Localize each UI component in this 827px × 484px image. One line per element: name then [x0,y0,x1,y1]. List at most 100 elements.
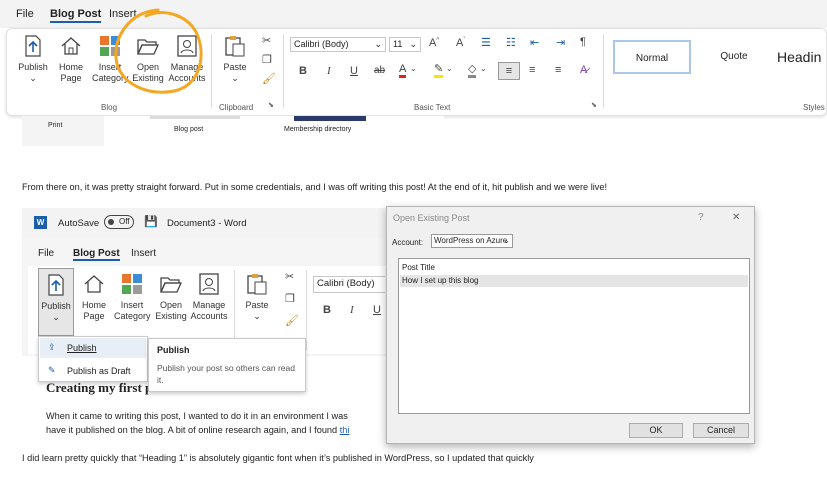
copy-icon[interactable]: ❐ [285,292,295,305]
bullets-icon[interactable]: ☰ [481,36,491,49]
numbering-icon[interactable]: ☷ [506,36,516,49]
insert-category-label-2: Category [114,311,151,321]
toggle-state: Off [119,217,130,226]
embedded-thumb-dark [294,116,366,121]
font-color-icon[interactable]: A [399,64,407,78]
paragraph-2-text: have it published on the blog. A bit of … [46,425,338,435]
account-select[interactable]: WordPress on Azure ⌄ [431,234,513,248]
group-separator [603,34,604,108]
post-list[interactable]: Post Title How I set up this blog [398,258,750,414]
publish-button-pressed[interactable]: Publish ⌄ [38,268,74,336]
style-heading[interactable]: Headin [777,40,827,74]
save-icon[interactable]: 💾 [144,215,158,228]
paste-label: Paste [245,300,269,310]
font-name-select[interactable]: Calibri (Body) [313,276,385,293]
decrease-indent-icon[interactable]: ⇤ [530,36,539,49]
tab-insert[interactable]: Insert [131,248,156,259]
paste-button[interactable]: Paste ⌄ [242,272,272,322]
close-icon[interactable]: ✕ [732,212,740,223]
home-page-button[interactable]: Home Page [80,272,108,322]
chevron-down-icon[interactable]: ⌄ [480,64,487,73]
research-link[interactable]: thi [340,425,350,435]
paragraph-2-line-1: When it came to writing this post, I wan… [46,411,348,421]
format-painter-icon[interactable]: 🖌 [262,72,276,85]
font-name-select[interactable]: Calibri (Body) ⌄ [290,37,386,52]
help-icon[interactable]: ? [698,212,704,223]
font-name-value: Calibri (Body) [317,278,375,289]
tooltip-body: Publish your post so others can read it. [157,363,295,385]
bold-icon[interactable]: B [323,304,331,316]
font-size-select[interactable]: 11 ⌄ [389,37,421,52]
cut-icon[interactable]: ✂ [285,270,294,283]
insert-category-button[interactable]: Insert Category [114,272,151,322]
highlight-icon[interactable]: ✎ [434,64,444,78]
underline-icon[interactable]: U [350,65,358,77]
style-quote[interactable]: Quote [696,40,772,74]
italic-icon[interactable]: I [350,304,354,316]
tab-file[interactable]: File [38,248,54,259]
ok-button[interactable]: OK [629,423,683,438]
account-label: Account: [392,238,424,247]
doc-heading: Creating my first p [46,380,153,395]
strikethrough-icon[interactable]: ab [374,65,385,76]
menu-item-publish-label: Publish [67,343,97,353]
cancel-button[interactable]: Cancel [693,423,749,438]
chevron-down-icon[interactable]: ⌄ [410,64,417,73]
shrink-font-icon[interactable]: Aˇ [456,37,465,49]
embedded-membership-label: Membership directory [284,126,352,133]
home-page-button[interactable]: Home Page [56,34,86,84]
chevron-down-icon: ⌄ [374,39,382,49]
menu-item-publish-draft-label: Publish as Draft [67,366,131,376]
menu-item-publish[interactable]: ⇪ Publish [40,338,146,358]
increase-indent-icon[interactable]: ⇥ [556,36,565,49]
publish-button[interactable]: Publish ⌄ [16,34,50,84]
category-icon [122,274,142,294]
basic-text-group-label: Basic Text [414,103,451,112]
embedded-content-area [104,116,444,146]
paste-icon [225,36,245,57]
chevron-down-icon: ⌄ [409,39,417,49]
publish-small-icon: ⇪ [48,342,56,352]
clear-formatting-icon[interactable]: A̷ [580,64,587,76]
shading-icon[interactable]: ◇ [468,64,477,78]
publish-label: Publish [18,62,48,72]
chevron-down-icon[interactable]: ⌄ [446,64,453,73]
pilcrow-icon[interactable]: ¶ [580,36,586,48]
menu-item-publish-draft[interactable]: ✎ Publish as Draft [40,361,146,381]
cut-icon[interactable]: ✂ [262,34,271,47]
chevron-down-icon: ⌄ [253,311,261,321]
dialog-launcher-icon[interactable]: ⬊ [591,101,597,109]
paste-label: Paste [223,62,247,72]
tab-blog-post[interactable]: Blog Post [73,248,120,261]
manage-accounts-button[interactable]: Manage Accounts [190,272,228,322]
autosave-toggle[interactable]: Off [104,215,134,229]
align-left-icon[interactable]: ≡ [498,62,520,80]
home-icon [84,275,104,293]
paste-button[interactable]: Paste ⌄ [220,34,250,84]
paragraph-3: I did learn pretty quickly that “Heading… [22,453,534,463]
publish-dropdown-menu: ⇪ Publish ✎ Publish as Draft [38,336,148,382]
manage-accounts-label-2: Accounts [190,311,228,321]
post-row-selected[interactable]: How I set up this blog [400,275,748,287]
publish-label: Publish [41,301,71,311]
align-center-icon[interactable]: ≡ [529,64,535,76]
align-right-icon[interactable]: ≡ [555,64,561,76]
grow-font-icon[interactable]: A^ [429,37,439,49]
menu-blog-post[interactable]: Blog Post [50,8,102,23]
underline-icon[interactable]: U [373,304,381,316]
publish-tooltip: Publish Publish your post so others can … [148,338,306,392]
italic-icon[interactable]: I [327,65,331,77]
embedded-print-label: Print [48,122,63,129]
menu-file[interactable]: File [16,8,34,20]
dialog-launcher-icon[interactable]: ⬊ [268,101,274,109]
home-page-label-2: Page [83,311,105,321]
open-existing-label-1: Open [159,300,183,310]
word-logo-icon: W [34,216,47,229]
bold-icon[interactable]: B [299,65,307,77]
style-normal[interactable]: Normal [613,40,691,74]
folder-open-icon [159,277,183,293]
format-painter-icon[interactable]: 🖌 [285,314,299,327]
insert-category-label-1: Insert [120,300,144,310]
open-existing-button[interactable]: Open Existing [155,272,187,322]
copy-icon[interactable]: ❐ [262,53,272,66]
